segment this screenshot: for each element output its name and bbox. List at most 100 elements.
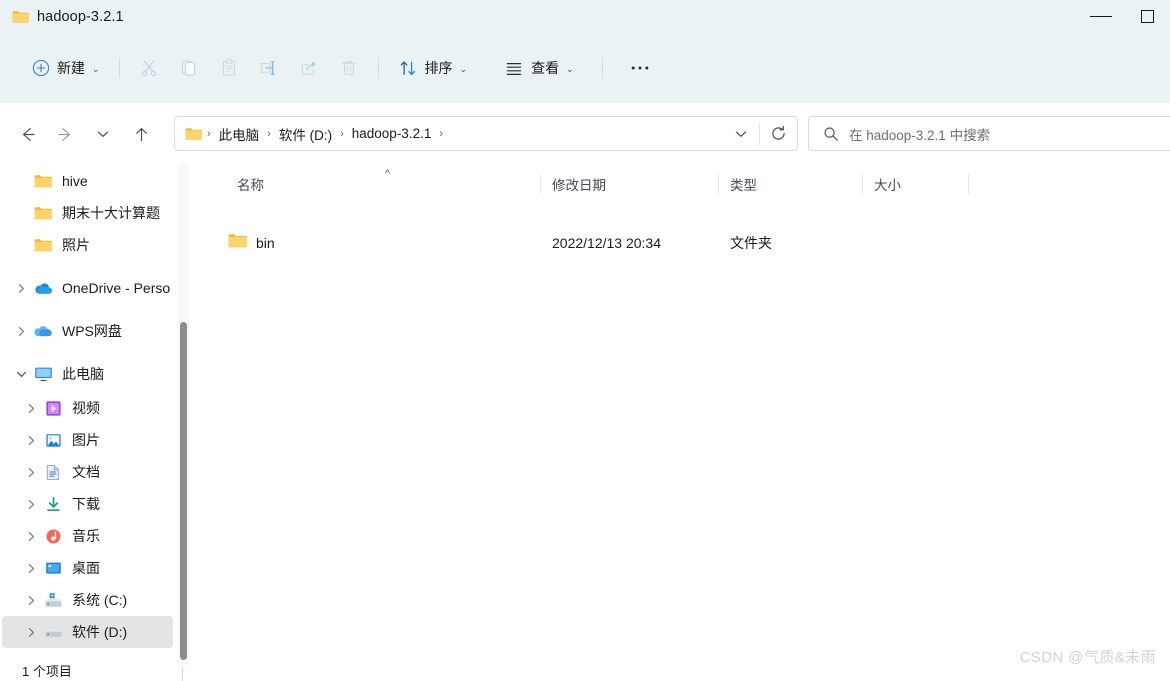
toolbar-divider-2 [377,58,379,78]
minimize-button[interactable] [1078,0,1124,33]
column-divider[interactable] [968,174,969,194]
rename-icon [259,58,279,78]
sidebar-item-downloads[interactable]: 下载 [2,488,173,520]
column-header-modified[interactable]: 修改日期 [552,165,606,202]
sidebar-item-this-pc[interactable]: 此电脑 [2,358,173,390]
sidebar-item-label: 下载 [72,496,100,512]
window-title: hadoop-3.2.1 [37,8,124,25]
copy-button[interactable] [170,50,208,86]
breadcrumb-separator: › [267,127,271,140]
paste-icon [219,58,239,78]
column-header-row: 名称 ^ 修改日期 类型 大小 [195,165,1170,202]
paste-button[interactable] [210,50,248,86]
chevron-down-icon [733,126,749,142]
column-header-type[interactable]: 类型 [730,165,757,202]
sort-arrows-icon [398,58,418,78]
sidebar-item-drive-c[interactable]: 系统 (C:) [2,584,173,616]
column-header-name-label: 名称 [237,177,264,193]
chevron-right-icon[interactable] [20,626,42,639]
refresh-button[interactable] [760,117,797,150]
column-divider[interactable] [862,174,863,194]
sidebar-item-drive-d[interactable]: 软件 (D:) [2,616,173,648]
breadcrumb-separator: › [207,127,211,140]
chevron-right-icon[interactable] [20,562,42,575]
desktop-icon [42,558,64,578]
rename-button[interactable] [250,50,288,86]
file-name-cell: bin [256,235,275,251]
sidebar-item-photos[interactable]: 照片 [2,229,173,261]
sidebar-item-documents[interactable]: 文档 [2,456,173,488]
folder-icon [32,203,54,223]
sidebar-item-hive[interactable]: hive [2,165,173,197]
sidebar-item-onedrive[interactable]: OneDrive - Perso [2,272,173,304]
arrow-left-icon [18,125,37,144]
chevron-right-icon[interactable] [10,325,32,338]
forward-button[interactable] [46,116,84,152]
sidebar-item-期末十大计算题[interactable]: 期末十大计算题 [2,197,173,229]
breadcrumb-item-drive-d[interactable]: 软件 (D:) [274,121,337,147]
search-placeholder: 在 hadoop-3.2.1 中搜索 [849,127,991,143]
sidebar-item-desktop[interactable]: 桌面 [2,552,173,584]
chevron-right-icon[interactable] [10,282,32,295]
address-dropdown-button[interactable] [722,117,759,150]
folder-icon [32,171,54,191]
sidebar-scrollbar-thumb[interactable] [180,322,187,660]
sidebar-item-label: 视频 [72,400,100,416]
column-divider[interactable] [718,174,719,194]
plus-circle-icon [32,59,50,77]
sidebar-item-label: 图片 [72,432,100,448]
more-options-button[interactable] [620,50,660,86]
sidebar-item-videos[interactable]: 视频 [2,392,173,424]
search-box[interactable]: 在 hadoop-3.2.1 中搜索 [808,116,1170,151]
column-header-type-label: 类型 [730,177,757,193]
sidebar-item-label: 音乐 [72,528,100,544]
cut-button[interactable] [130,50,168,86]
navigation-pane[interactable]: hive 期末十大计算题 照片 OneDrive - Perso WPS网盘 此… [0,165,175,665]
new-button-label: 新建 [57,60,85,76]
chevron-right-icon[interactable] [20,434,42,447]
column-divider[interactable] [540,174,541,194]
view-button-label: 查看 [531,60,560,76]
chevron-right-icon[interactable] [20,402,42,415]
sidebar-item-label: 文档 [72,464,100,480]
up-button[interactable] [122,116,160,152]
column-header-size[interactable]: 大小 [874,165,901,202]
ellipsis-icon [629,58,651,78]
sidebar-item-label: WPS网盘 [62,323,122,339]
status-bar: 1 个项目 [0,665,1170,681]
chevron-right-icon[interactable] [20,594,42,607]
column-header-name[interactable]: 名称 [237,165,264,202]
delete-button[interactable] [330,50,368,86]
new-button[interactable]: 新建 ⌄ [23,50,109,86]
item-count-label: 1 个项目 [22,665,72,679]
sidebar-item-label: 期末十大计算题 [62,205,160,221]
share-button[interactable] [290,50,328,86]
sidebar-item-label: 桌面 [72,560,100,576]
toolbar-divider [118,58,120,78]
chevron-right-icon[interactable] [20,498,42,511]
sidebar-item-label: 软件 (D:) [72,624,128,640]
sort-ascending-icon: ^ [385,168,391,180]
maximize-button[interactable] [1124,0,1170,33]
breadcrumb-item-this-pc[interactable]: 此电脑 [214,121,265,147]
sidebar-item-music[interactable]: 音乐 [2,520,173,552]
column-header-modified-label: 修改日期 [552,177,606,193]
sidebar-item-pictures[interactable]: 图片 [2,424,173,456]
table-row[interactable]: bin 2022/12/13 20:34 文件夹 [195,225,1170,261]
recent-locations-button[interactable] [84,116,122,152]
breadcrumb-item-hadoop[interactable]: hadoop-3.2.1 [347,123,437,144]
window-tab[interactable]: hadoop-3.2.1 [0,0,124,33]
address-bar[interactable]: › 此电脑 › 软件 (D:) › hadoop-3.2.1 › [174,116,798,151]
chevron-down-icon: ⌄ [566,63,574,74]
chevron-down-icon[interactable] [10,368,32,381]
chevron-right-icon[interactable] [20,530,42,543]
sidebar-item-label: 系统 (C:) [72,592,128,608]
file-list-view[interactable]: 名称 ^ 修改日期 类型 大小 bin 2022/12/13 20:34 文件夹 [195,165,1170,665]
sort-button[interactable]: 排序 ⌄ [389,50,477,86]
view-button[interactable]: 查看 ⌄ [495,50,583,86]
sidebar-item-wps-cloud[interactable]: WPS网盘 [2,315,173,347]
file-type-cell: 文件夹 [730,235,772,251]
status-divider [182,667,183,681]
chevron-right-icon[interactable] [20,466,42,479]
back-button[interactable] [8,116,46,152]
